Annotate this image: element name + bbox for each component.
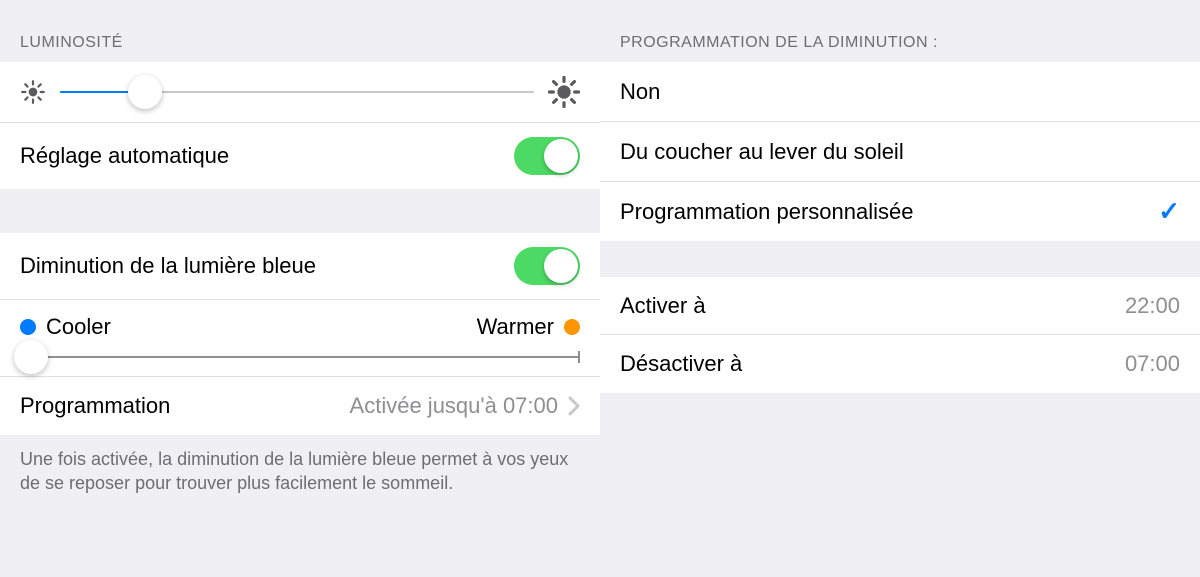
color-temp-slider-knob[interactable] [14,340,48,374]
brightness-high-icon [548,76,580,108]
enable-time-row[interactable]: Activer à 22:00 [600,277,1200,335]
schedule-option-sunset[interactable]: Du coucher au lever du soleil ✓ [600,122,1200,182]
schedule-options-group: Non ✓ Du coucher au lever du soleil ✓ Pr… [600,62,1200,241]
schedule-header: Programmation de la diminution : [600,0,1200,62]
enable-time-value: 22:00 [1125,293,1180,319]
brightness-low-icon [20,79,46,105]
schedule-option-label: Programmation personnalisée [620,199,914,225]
disable-time-label: Désactiver à [620,351,742,377]
warmer-dot-icon [564,319,580,335]
cooler-label: Cooler [46,314,111,340]
brightness-slider-row [0,62,600,123]
bluelight-label: Diminution de la lumière bleue [20,253,316,279]
warmer-label: Warmer [477,314,554,340]
color-temp-slider[interactable] [20,356,580,358]
bluelight-toggle[interactable] [514,247,580,285]
schedule-option-none[interactable]: Non ✓ [600,62,1200,122]
bluelight-footnote: Une fois activée, la diminution de la lu… [0,435,600,516]
schedule-option-custom[interactable]: Programmation personnalisée ✓ [600,182,1200,241]
color-temp-area: Cooler Warmer [0,300,600,377]
auto-brightness-toggle[interactable] [514,137,580,175]
brightness-slider-knob[interactable] [128,75,162,109]
bluelight-group: Diminution de la lumière bleue Cooler Wa… [0,233,600,435]
disable-time-value: 07:00 [1125,351,1180,377]
schedule-option-label: Non [620,79,660,105]
brightness-slider[interactable] [60,91,534,93]
bluelight-row: Diminution de la lumière bleue [0,233,600,300]
schedule-panel: Programmation de la diminution : Non ✓ D… [600,0,1200,577]
brightness-group: Réglage automatique [0,62,600,189]
brightness-header: Luminosité [0,0,600,62]
schedule-value: Activée jusqu'à 07:00 [350,393,558,419]
schedule-row[interactable]: Programmation Activée jusqu'à 07:00 [0,377,600,435]
chevron-right-icon [568,396,580,416]
checkmark-icon: ✓ [1158,196,1180,227]
brightness-panel: Luminosité Réglage automatique Diminutio… [0,0,600,577]
schedule-times-group: Activer à 22:00 Désactiver à 07:00 [600,277,1200,393]
disable-time-row[interactable]: Désactiver à 07:00 [600,335,1200,393]
auto-brightness-label: Réglage automatique [20,143,229,169]
cooler-dot-icon [20,319,36,335]
auto-brightness-row: Réglage automatique [0,123,600,189]
enable-time-label: Activer à [620,293,706,319]
schedule-option-label: Du coucher au lever du soleil [620,139,904,165]
schedule-label: Programmation [20,393,170,419]
